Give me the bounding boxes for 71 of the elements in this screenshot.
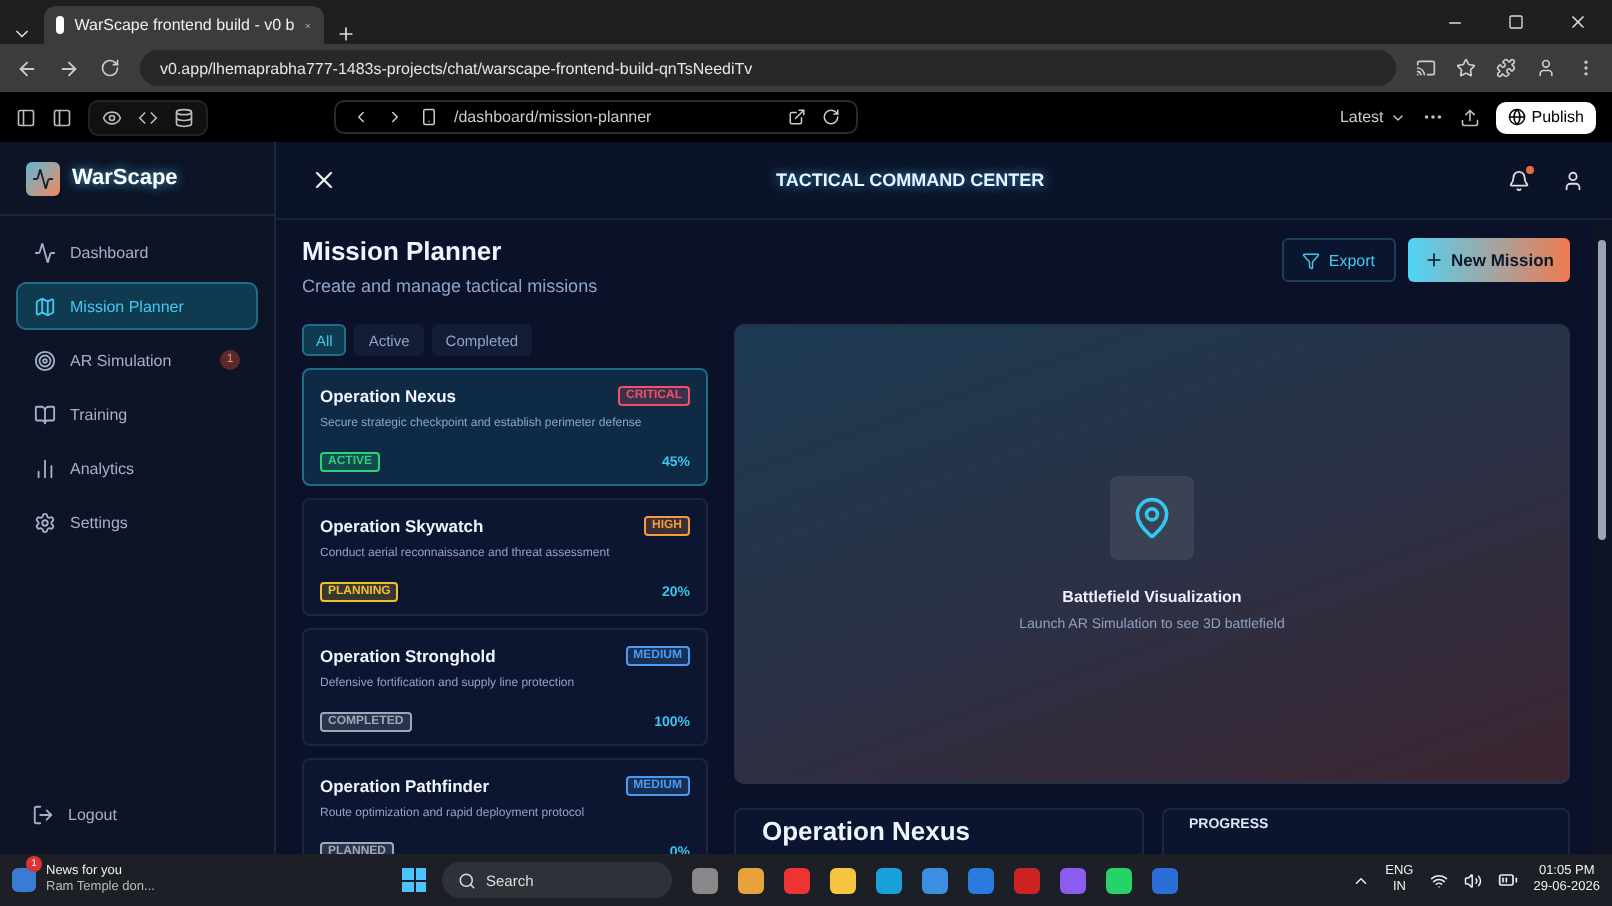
- profile-icon[interactable]: [1536, 58, 1556, 78]
- browser-tab[interactable]: WarScape frontend build - v0 b: [44, 6, 324, 44]
- visualization-title: Battlefield Visualization: [1062, 588, 1242, 606]
- reload-icon[interactable]: [100, 58, 120, 78]
- start-icon[interactable]: [402, 868, 426, 892]
- sidebar-item[interactable]: Training: [16, 390, 258, 438]
- database-icon[interactable]: [174, 107, 194, 127]
- logo-icon: [26, 161, 60, 195]
- mission-detail-title: Operation Nexus: [762, 816, 973, 846]
- back-icon[interactable]: [352, 108, 370, 126]
- code-icon[interactable]: [138, 107, 158, 127]
- new-mission-button[interactable]: New Mission: [1407, 238, 1570, 282]
- settings-icon: [34, 511, 56, 533]
- book-icon: [34, 403, 56, 425]
- share-icon[interactable]: [1459, 107, 1480, 127]
- globe-icon: [1507, 108, 1526, 126]
- brand-name: WarScape: [72, 166, 178, 190]
- sidebar-toggle-icon[interactable]: [16, 107, 36, 127]
- wifi-icon[interactable]: [1429, 871, 1448, 889]
- search-icon: [458, 871, 476, 889]
- panel-icon[interactable]: [52, 107, 72, 127]
- map-pin-icon: [1110, 476, 1194, 560]
- publish-button[interactable]: Publish: [1495, 101, 1596, 133]
- user-icon[interactable]: [1562, 169, 1584, 191]
- page-subtitle: Create and manage tactical missions: [302, 276, 598, 296]
- new-tab-icon[interactable]: [336, 24, 356, 44]
- notification-button[interactable]: [1508, 169, 1530, 191]
- app-icon[interactable]: [830, 867, 856, 893]
- app-title: TACTICAL COMMAND CENTER: [776, 170, 1045, 190]
- forward-icon[interactable]: [58, 57, 80, 79]
- sidebar-item[interactable]: Dashboard: [16, 228, 258, 276]
- export-button[interactable]: Export: [1282, 238, 1396, 282]
- mission-name: Operation Nexus: [320, 386, 457, 406]
- logout-link[interactable]: Logout: [0, 804, 274, 854]
- app-icon[interactable]: [922, 867, 948, 893]
- bar-chart-icon: [34, 457, 56, 479]
- close-icon[interactable]: [310, 166, 338, 194]
- app-icon[interactable]: [692, 867, 718, 893]
- app-icon[interactable]: [876, 867, 902, 893]
- path-field[interactable]: /dashboard/mission-planner: [334, 100, 858, 134]
- mission-name: Operation Stronghold: [320, 646, 496, 666]
- preview-icon[interactable]: [102, 107, 122, 127]
- address-field[interactable]: v0.app/lhemaprabha777-1483s-projects/chat/warscape-frontend-build-qnTsNeediTv: [140, 50, 1396, 86]
- sidebar-item[interactable]: Analytics: [16, 444, 258, 492]
- back-icon[interactable]: [16, 57, 38, 79]
- target-icon: [34, 349, 56, 371]
- battery-icon[interactable]: [1497, 870, 1518, 890]
- extensions-icon[interactable]: [1496, 58, 1516, 78]
- mission-name: Operation Skywatch: [320, 516, 484, 536]
- external-link-icon[interactable]: [788, 108, 806, 126]
- maximize-icon[interactable]: [1508, 14, 1524, 30]
- bookmark-icon[interactable]: [1456, 58, 1476, 78]
- app-icon[interactable]: [1106, 867, 1132, 893]
- plus-icon: [1423, 250, 1444, 270]
- pulse-icon: [34, 241, 56, 263]
- sidebar-item[interactable]: Settings: [16, 498, 258, 546]
- page-title: Mission Planner: [302, 236, 504, 266]
- device-icon[interactable]: [420, 108, 438, 126]
- reload-icon[interactable]: [822, 108, 840, 126]
- app-icon[interactable]: [738, 867, 764, 893]
- logout-icon: [32, 804, 54, 826]
- scrollbar[interactable]: [1592, 220, 1612, 854]
- filter-icon: [1302, 251, 1321, 269]
- version-dropdown[interactable]: Latest: [1339, 108, 1406, 126]
- sidebar-item[interactable]: Mission Planner: [16, 282, 258, 330]
- install-icon[interactable]: [1416, 58, 1436, 78]
- map-icon: [34, 295, 56, 317]
- mission-name: Operation Pathfinder: [320, 776, 490, 796]
- forward-icon[interactable]: [386, 108, 404, 126]
- volume-icon[interactable]: [1463, 871, 1482, 889]
- close-icon[interactable]: [1568, 12, 1588, 32]
